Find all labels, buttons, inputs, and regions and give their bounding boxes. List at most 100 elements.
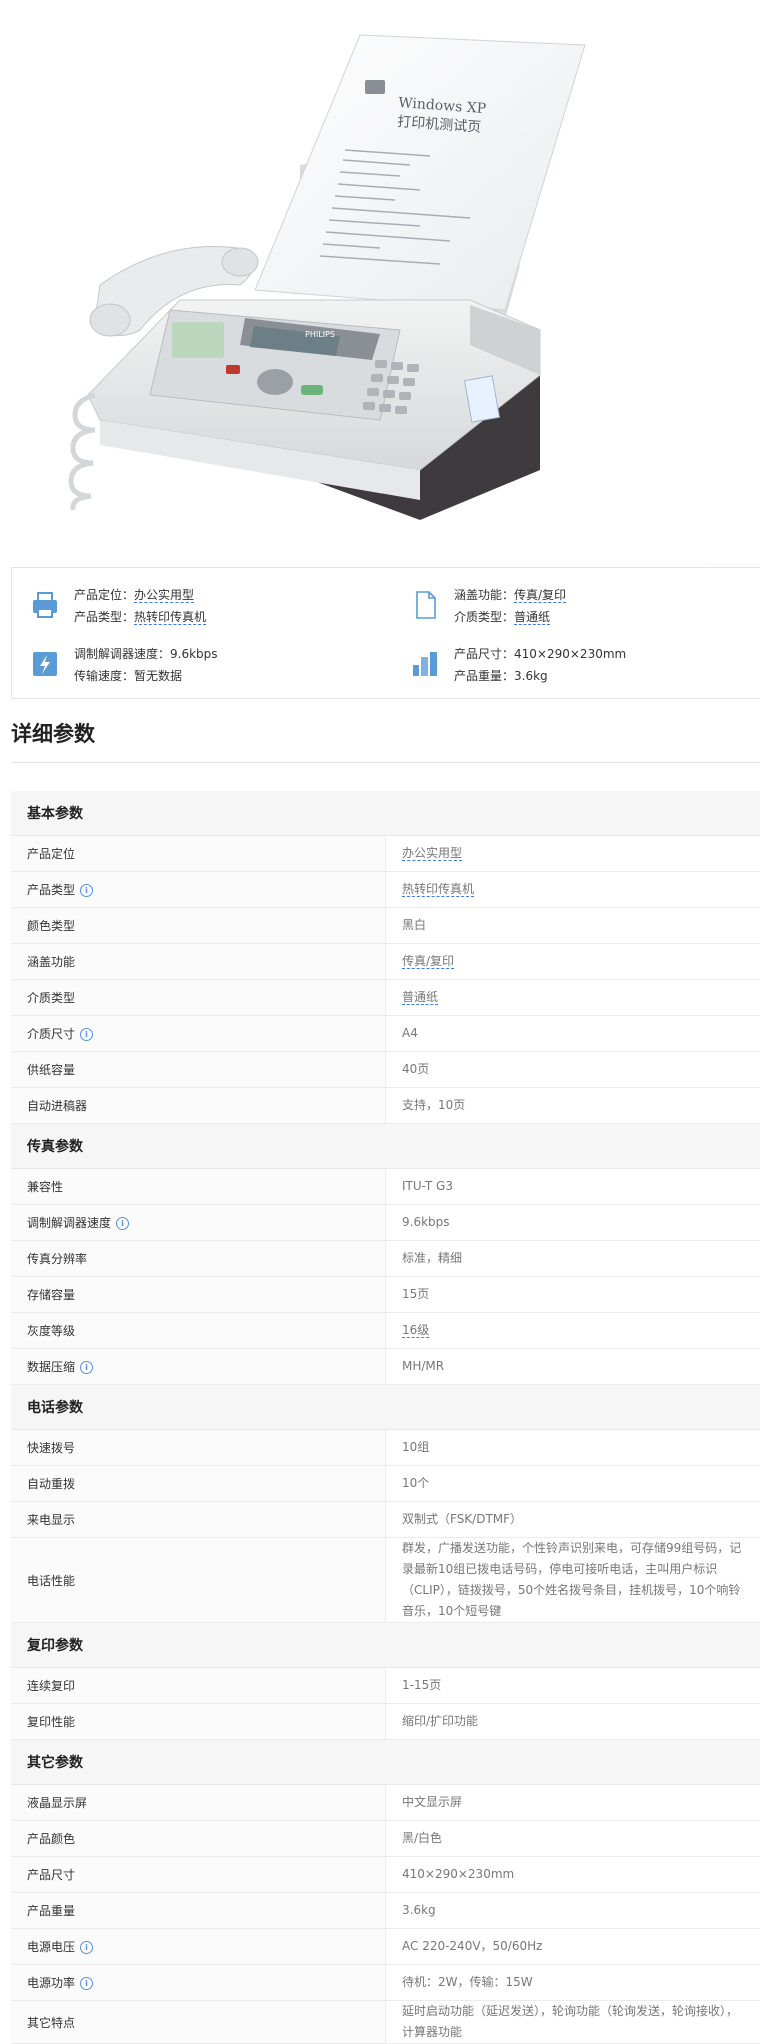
spec-value: 延时启动功能（延迟发送），轮询功能（轮询发送，轮询接收），计算器功能 <box>402 2004 738 2039</box>
spec-key: 颜色类型 <box>27 919 75 933</box>
spec-row: 产品类型 i 热转印传真机 <box>11 872 760 908</box>
spec-value: 中文显示屏 <box>402 1795 462 1809</box>
spec-row: 产品尺寸410×290×230mm <box>11 1857 760 1893</box>
spec-value-cell: 双制式（FSK/DTMF） <box>386 1502 760 1538</box>
spec-value-cell: 普通纸 <box>386 980 760 1016</box>
spec-group-title: 传真参数 <box>11 1124 760 1169</box>
spec-group-header: 其它参数 <box>11 1740 760 1785</box>
spec-key-cell: 复印性能 <box>11 1704 386 1740</box>
summary-line: 产品重量：3.6kg <box>454 665 626 687</box>
spec-row: 来电显示 双制式（FSK/DTMF） <box>11 1502 760 1538</box>
spec-row: 颜色类型 黑白 <box>11 908 760 944</box>
spec-value-cell: 3.6kg <box>386 1893 760 1929</box>
spec-key-cell: 颜色类型 <box>11 908 386 944</box>
summary-label: 产品类型： <box>74 610 134 624</box>
spec-key-cell: 数据压缩 i <box>11 1349 386 1385</box>
spec-value: 群发，广播发送功能，个性铃声识别来电，可存储99组号码，记录最新10组已拨电话号… <box>402 1541 741 1618</box>
spec-key-cell: 涵盖功能 <box>11 944 386 980</box>
summary-line: 传输速度：暂无数据 <box>74 665 218 687</box>
info-icon[interactable]: i <box>80 1028 93 1041</box>
spec-key: 产品定位 <box>27 847 75 861</box>
spec-key-cell: 其它特点 <box>11 2001 386 2044</box>
info-icon[interactable]: i <box>80 1941 93 1954</box>
spec-value-link[interactable]: 热转印传真机 <box>402 882 474 897</box>
spec-row: 连续复印1-15页 <box>11 1668 760 1704</box>
spec-key: 灰度等级 <box>27 1324 75 1338</box>
spec-key-cell: 自动重拨 <box>11 1466 386 1502</box>
spec-table: 基本参数产品定位 办公实用型产品类型 i 热转印传真机颜色类型 黑白涵盖功能 传真/复印介… <box>11 791 760 2044</box>
spec-group-header: 电话参数 <box>11 1385 760 1430</box>
brand-logo: PHILIPS <box>305 330 335 339</box>
spec-value-link[interactable]: 普通纸 <box>402 990 438 1005</box>
spec-value-link[interactable]: 传真/复印 <box>402 954 454 969</box>
spec-value-cell: 传真/复印 <box>386 944 760 980</box>
spec-key-cell: 电源功率i <box>11 1965 386 2001</box>
spec-value: A4 <box>402 1026 418 1040</box>
info-icon[interactable]: i <box>80 1361 93 1374</box>
product-image: Windows XP 打印机测试页 PHILIPS <box>0 0 760 565</box>
spec-value: 缩印/扩印功能 <box>402 1714 478 1728</box>
section-divider <box>11 762 760 763</box>
spec-value-cell: 延时启动功能（延迟发送），轮询功能（轮询发送，轮询接收），计算器功能 <box>386 2001 760 2044</box>
info-icon[interactable]: i <box>116 1217 129 1230</box>
spec-value: 410×290×230mm <box>402 1867 514 1881</box>
spec-key: 产品类型 <box>27 883 75 897</box>
spec-value-cell: 40页 <box>386 1052 760 1088</box>
summary-line: 产品尺寸：410×290×230mm <box>454 643 626 665</box>
spec-group-title: 复印参数 <box>11 1623 760 1668</box>
spec-key: 涵盖功能 <box>27 955 75 969</box>
spec-value: 15页 <box>402 1287 429 1301</box>
spec-value-cell: 群发，广播发送功能，个性铃声识别来电，可存储99组号码，记录最新10组已拨电话号… <box>386 1538 760 1623</box>
spec-group-header: 基本参数 <box>11 791 760 836</box>
spec-value-cell: 热转印传真机 <box>386 872 760 908</box>
summary-line: 涵盖功能：传真/复印 <box>454 584 566 606</box>
buildings-size-icon <box>410 649 440 679</box>
summary-value: 3.6kg <box>514 669 548 683</box>
spec-value-cell: AC 220-240V，50/60Hz <box>386 1929 760 1965</box>
spec-key: 快速拨号 <box>27 1441 75 1455</box>
spec-key: 存储容量 <box>27 1288 75 1302</box>
spec-value: ITU-T G3 <box>402 1179 453 1193</box>
summary-value-link[interactable]: 热转印传真机 <box>134 610 206 625</box>
spec-key: 其它特点 <box>27 2016 75 2030</box>
spec-value-cell: 支持，10页 <box>386 1088 760 1124</box>
spec-key-cell: 供纸容量 <box>11 1052 386 1088</box>
summary-value-link[interactable]: 普通纸 <box>514 610 550 625</box>
spec-value-cell: 黑/白色 <box>386 1821 760 1857</box>
summary-value-link[interactable]: 办公实用型 <box>134 588 194 603</box>
info-icon[interactable]: i <box>80 1977 93 1990</box>
summary-label: 涵盖功能： <box>454 588 514 602</box>
spec-row: 产品重量3.6kg <box>11 1893 760 1929</box>
spec-row: 电源电压i AC 220-240V，50/60Hz <box>11 1929 760 1965</box>
spec-key-cell: 介质类型 <box>11 980 386 1016</box>
spec-row: 调制解调器速度i9.6kbps <box>11 1205 760 1241</box>
summary-label: 产品尺寸： <box>454 647 514 661</box>
spec-row: 液晶显示屏 中文显示屏 <box>11 1785 760 1821</box>
section-title: 详细参数 <box>11 718 95 748</box>
spec-value-cell: 待机：2W，传输：15W <box>386 1965 760 2001</box>
spec-value-cell: 黑白 <box>386 908 760 944</box>
spec-value-link[interactable]: 16级 <box>402 1323 429 1338</box>
spec-key-cell: 连续复印 <box>11 1668 386 1704</box>
spec-value-cell: ITU-T G3 <box>386 1169 760 1205</box>
spec-key: 传真分辨率 <box>27 1252 87 1266</box>
spec-row: 介质尺寸iA4 <box>11 1016 760 1052</box>
spec-group-header: 复印参数 <box>11 1623 760 1668</box>
spec-value-cell: 410×290×230mm <box>386 1857 760 1893</box>
info-icon[interactable]: i <box>80 884 93 897</box>
spec-key: 数据压缩 <box>27 1360 75 1374</box>
spec-value-link[interactable]: 办公实用型 <box>402 846 462 861</box>
lightning-icon <box>30 649 60 679</box>
spec-row: 兼容性 ITU-T G3 <box>11 1169 760 1205</box>
spec-value-cell: 标准，精细 <box>386 1241 760 1277</box>
spec-value-cell: 10组 <box>386 1430 760 1466</box>
spec-value: AC 220-240V，50/60Hz <box>402 1939 542 1953</box>
spec-key-cell: 兼容性 <box>11 1169 386 1205</box>
spec-key: 来电显示 <box>27 1513 75 1527</box>
spec-key: 液晶显示屏 <box>27 1796 87 1810</box>
spec-key: 产品颜色 <box>27 1832 75 1846</box>
spec-key-cell: 电源电压i <box>11 1929 386 1965</box>
summary-line: 产品类型：热转印传真机 <box>74 606 206 628</box>
spec-row: 自动进稿器支持，10页 <box>11 1088 760 1124</box>
summary-value-link[interactable]: 传真/复印 <box>514 588 566 603</box>
